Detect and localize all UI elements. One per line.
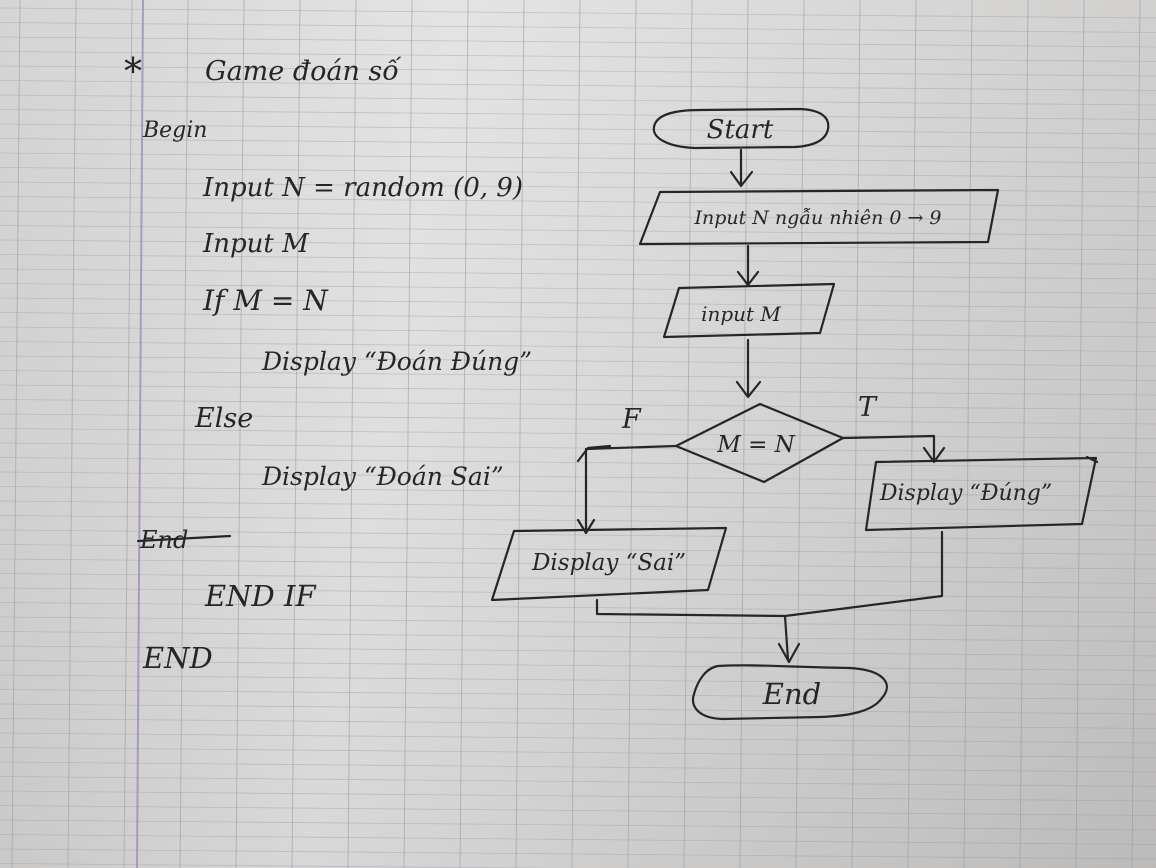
pseudocode: * Game đoán số Begin Input N = random (0… (124, 52, 532, 675)
notebook-page: * Game đoán số Begin Input N = random (0… (0, 0, 1156, 868)
arrow-start-to-input-n (729, 148, 754, 188)
false-branch-line (576, 444, 678, 535)
true-label: T (858, 392, 878, 423)
pseudocode-display-correct: Display “Đoán Đúng” (261, 347, 532, 376)
pseudocode-if: If M = N (202, 284, 329, 317)
pseudocode-begin: Begin (142, 118, 207, 143)
pseudocode-else: Else (194, 403, 253, 434)
true-branch-line (841, 434, 946, 464)
decision-label: M = N (716, 432, 795, 458)
handwritten-content: * Game đoán số Begin Input N = random (0… (124, 52, 1099, 721)
asterisk-mark: * (124, 52, 142, 93)
display-dung-label: Display “Đúng” (879, 481, 1052, 506)
end-label: End (762, 677, 821, 711)
flowchart: Start Input N ngẫu nhiên 0 → 9 input M M… (490, 107, 1099, 721)
pseudocode-end-if: END IF (204, 579, 316, 613)
arrow-input-n-to-input-m (736, 244, 760, 287)
start-label: Start (707, 115, 774, 145)
pseudocode-input-m: Input M (202, 229, 310, 259)
arrow-input-m-to-decision (735, 338, 762, 399)
pseudocode-input-n: Input N = random (0, 9) (202, 173, 523, 203)
pseudocode-end: END (142, 641, 213, 675)
pseudocode-title: Game đoán số (205, 56, 402, 87)
input-n-label: Input N ngẫu nhiên 0 → 9 (693, 207, 941, 229)
pseudocode-display-wrong: Display “Đoán Sai” (261, 462, 504, 491)
input-m-label: input M (701, 302, 781, 326)
false-label: F (621, 404, 642, 435)
display-sai-label: Display “Sai” (531, 550, 686, 576)
